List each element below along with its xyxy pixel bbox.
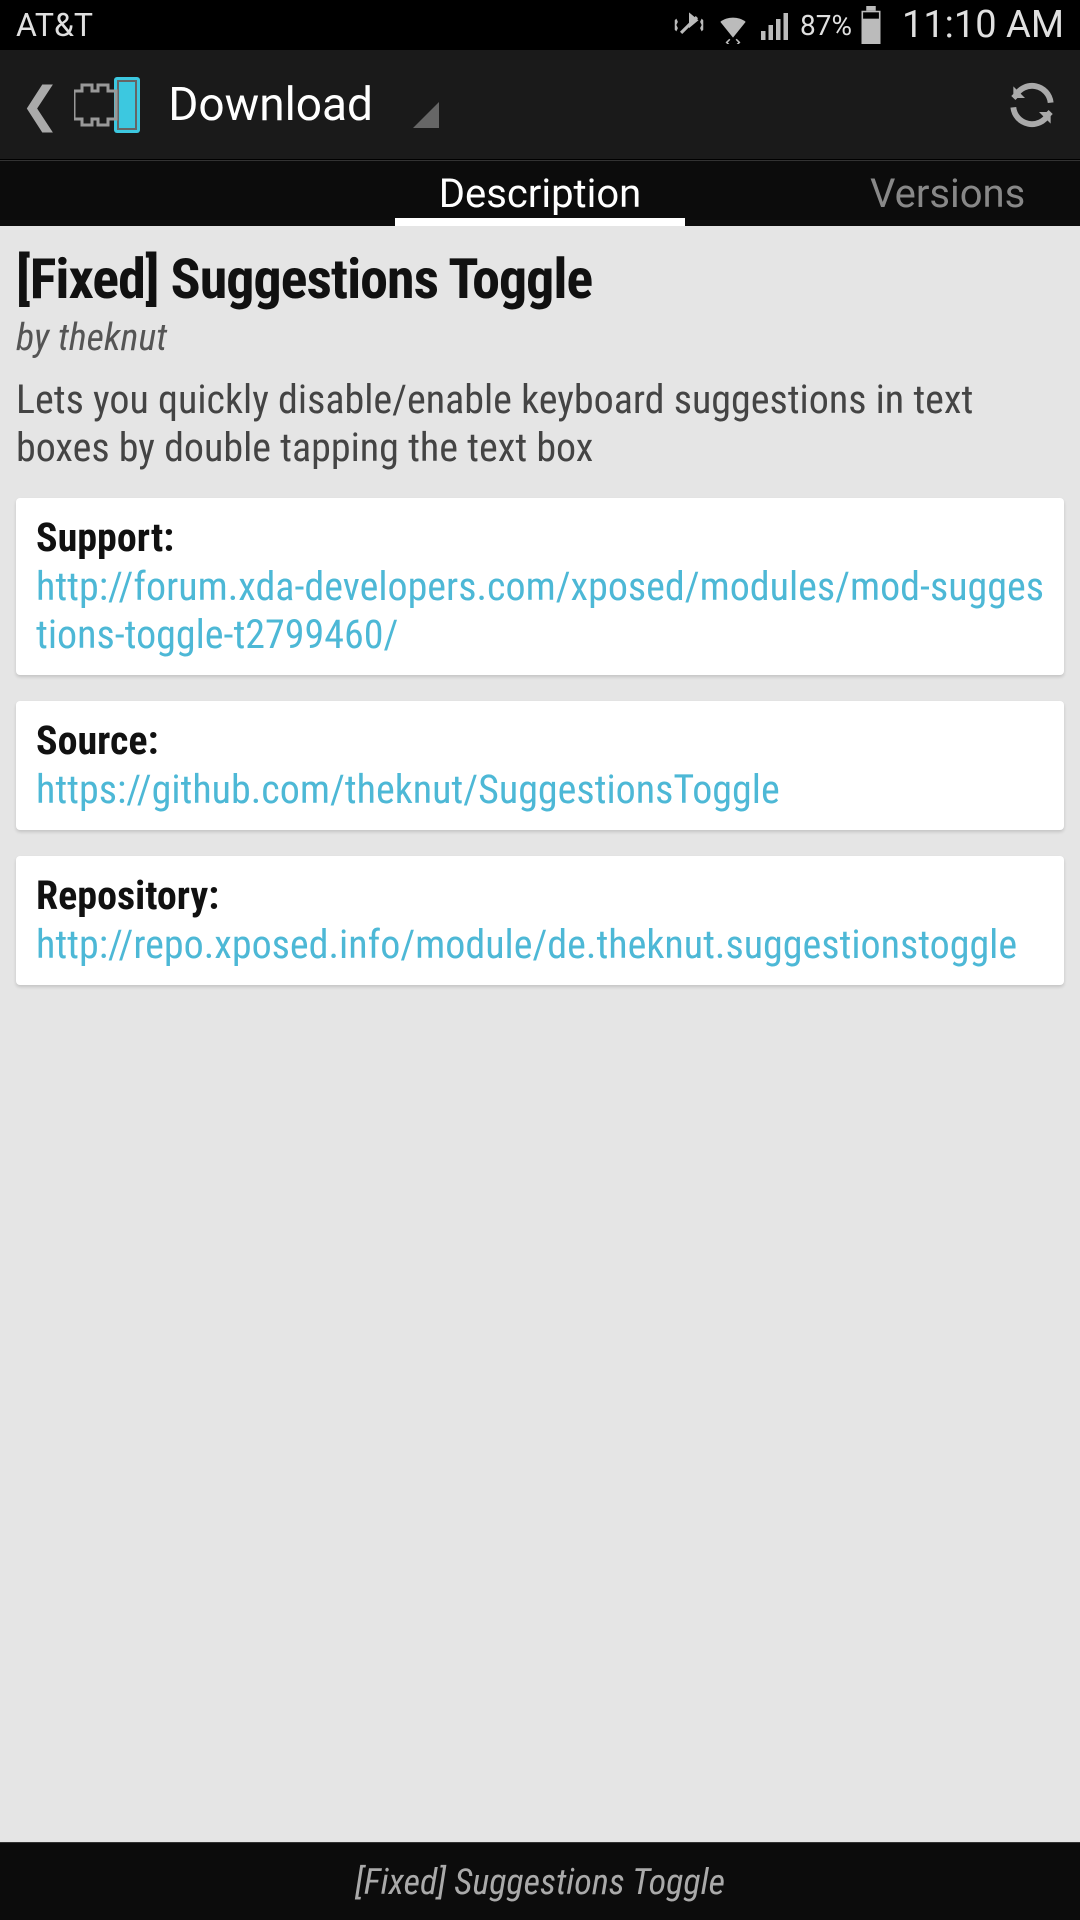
status-bar: AT&T 87% 11:1 (0, 0, 1080, 50)
source-link[interactable]: https://github.com/theknut/SuggestionsTo… (36, 766, 1044, 814)
battery-icon (858, 6, 884, 44)
source-card: Source: https://github.com/theknut/Sugge… (16, 701, 1064, 830)
support-label: Support: (36, 514, 1044, 561)
wifi-icon (714, 6, 752, 44)
support-link[interactable]: http://forum.xda-developers.com/xposed/m… (36, 563, 1044, 659)
action-bar: ❮ Download (0, 50, 1080, 160)
module-title: [Fixed] Suggestions Toggle (16, 246, 1064, 312)
module-description: Lets you quickly disable/enable keyboard… (16, 376, 1064, 472)
bottom-bar[interactable]: [Fixed] Suggestions Toggle (0, 1842, 1080, 1920)
refresh-button[interactable] (1004, 77, 1060, 133)
repository-label: Repository: (36, 872, 1044, 919)
dropdown-indicator-icon (413, 102, 439, 128)
xposed-app-icon[interactable] (74, 77, 140, 133)
tab-description[interactable]: Description (270, 161, 810, 226)
repository-link[interactable]: http://repo.xposed.info/module/de.theknu… (36, 921, 1044, 969)
vibrate-muted-icon (670, 6, 708, 44)
bottom-download-label: [Fixed] Suggestions Toggle (355, 1861, 725, 1903)
support-card: Support: http://forum.xda-developers.com… (16, 498, 1064, 675)
content-area: [Fixed] Suggestions Toggle by theknut Le… (0, 226, 1080, 1842)
module-author: by theknut (16, 316, 1064, 360)
source-label: Source: (36, 717, 1044, 764)
signal-icon (758, 7, 794, 43)
title-dropdown[interactable]: Download (168, 78, 1004, 132)
carrier-label: AT&T (16, 6, 670, 44)
repository-card: Repository: http://repo.xposed.info/modu… (16, 856, 1064, 985)
back-button[interactable]: ❮ (20, 76, 60, 133)
clock-label: 11:10 AM (902, 3, 1064, 47)
tab-versions[interactable]: Versions (810, 161, 1080, 226)
battery-percent: 87% (800, 9, 852, 42)
page-title: Download (168, 78, 373, 132)
tab-bar: Description Versions (0, 160, 1080, 226)
